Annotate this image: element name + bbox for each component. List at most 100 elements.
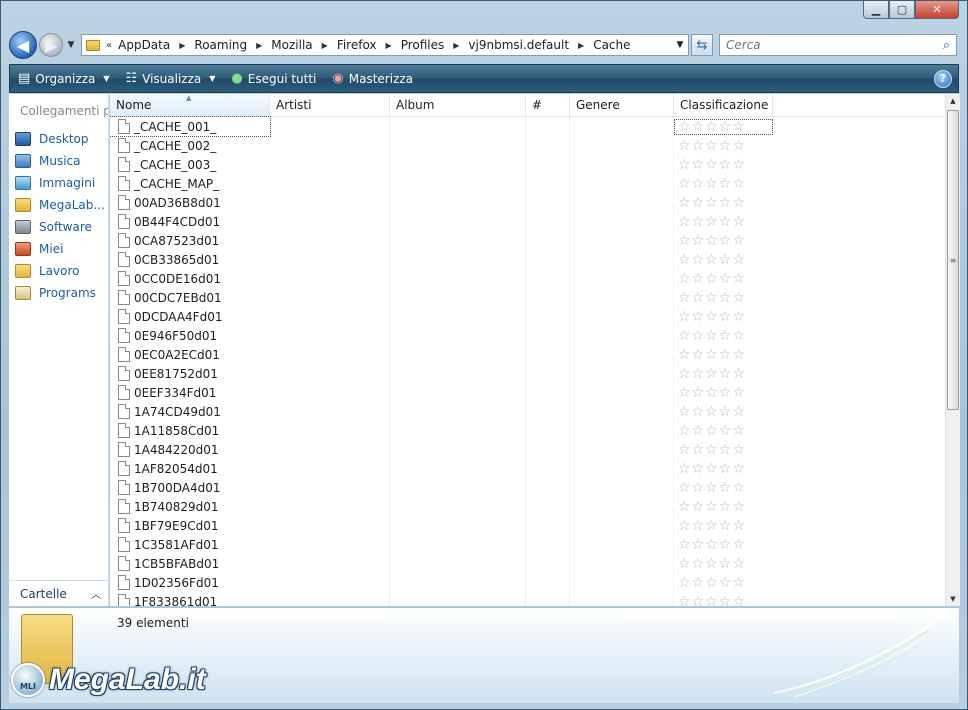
file-name-cell[interactable]: 0EC0A2ECd01 (110, 345, 270, 364)
table-row[interactable]: 0CA87523d01 ☆☆☆☆☆ (110, 231, 945, 250)
burn-button[interactable]: ◉ Masterizza (324, 65, 421, 92)
file-name-cell[interactable]: _CACHE_001_ (110, 116, 271, 137)
breadcrumb-item[interactable]: Profiles (401, 38, 445, 52)
table-row[interactable]: 1A11858Cd01 ☆☆☆☆☆ (110, 421, 945, 440)
table-row[interactable]: 1B700DA4d01 ☆☆☆☆☆ (110, 478, 945, 497)
file-name-cell[interactable]: 1CB5BFABd01 (110, 554, 270, 573)
minimize-button[interactable]: ▁ (863, 1, 889, 19)
column-header-number[interactable]: # (526, 94, 570, 116)
rating-stars[interactable]: ☆☆☆☆☆ (674, 347, 773, 363)
table-row[interactable]: 1A74CD49d01 ☆☆☆☆☆ (110, 402, 945, 421)
sidebar-item-megalab[interactable]: MegaLab... (9, 194, 108, 216)
table-row[interactable]: 1F833861d01 ☆☆☆☆☆ (110, 592, 945, 606)
breadcrumb-item[interactable]: Roaming (194, 38, 247, 52)
rating-stars[interactable]: ☆☆☆☆☆ (674, 423, 773, 439)
rating-stars[interactable]: ☆☆☆☆☆ (674, 366, 773, 382)
table-row[interactable]: 00AD36B8d01 ☆☆☆☆☆ (110, 193, 945, 212)
views-button[interactable]: ☷ Visualizza ▼ (117, 65, 223, 92)
file-name-cell[interactable]: 1B700DA4d01 (110, 478, 270, 497)
table-row[interactable]: 1CB5BFABd01 ☆☆☆☆☆ (110, 554, 945, 573)
file-name-cell[interactable]: 00AD36B8d01 (110, 193, 270, 212)
file-name-cell[interactable]: 0DCDAA4Fd01 (110, 307, 270, 326)
rating-stars[interactable]: ☆☆☆☆☆ (674, 480, 773, 496)
rating-stars[interactable]: ☆☆☆☆☆ (674, 518, 773, 534)
breadcrumb-item[interactable]: AppData (118, 38, 170, 52)
rating-stars[interactable]: ☆☆☆☆☆ (674, 537, 773, 553)
scroll-down-icon[interactable]: ▼ (946, 592, 960, 606)
forward-button[interactable]: ▶ (39, 33, 63, 57)
table-row[interactable]: 0DCDAA4Fd01 ☆☆☆☆☆ (110, 307, 945, 326)
sidebar-item-immagini[interactable]: Immagini (9, 172, 108, 194)
file-name-cell[interactable]: 00CDC7EBd01 (110, 288, 270, 307)
search-icon[interactable]: ⌕ (943, 38, 950, 53)
table-row[interactable]: 0EE81752d01 ☆☆☆☆☆ (110, 364, 945, 383)
rating-stars[interactable]: ☆☆☆☆☆ (674, 442, 773, 458)
column-header-rating[interactable]: Classificazione (674, 94, 773, 116)
help-button[interactable]: ? (934, 69, 952, 88)
column-header-album[interactable]: Album (390, 94, 526, 116)
breadcrumb-arrow-icon[interactable]: ▶ (578, 41, 584, 50)
address-dropdown-icon[interactable]: ▼ (672, 40, 688, 50)
table-row[interactable]: 0EC0A2ECd01 ☆☆☆☆☆ (110, 345, 945, 364)
rating-stars[interactable]: ☆☆☆☆☆ (674, 195, 773, 211)
rating-stars[interactable]: ☆☆☆☆☆ (674, 594, 773, 607)
sidebar-item-software[interactable]: Software (9, 216, 108, 238)
maximize-button[interactable]: ▢ (889, 1, 915, 19)
history-dropdown-icon[interactable]: ▼ (65, 40, 77, 50)
table-row[interactable]: 1BF79E9Cd01 ☆☆☆☆☆ (110, 516, 945, 535)
breadcrumb-arrow-icon[interactable]: ▶ (256, 41, 262, 50)
table-row[interactable]: 1AF82054d01 ☆☆☆☆☆ (110, 459, 945, 478)
breadcrumb-overflow[interactable]: « (106, 40, 112, 51)
run-all-button[interactable]: ● Esegui tutti (223, 65, 324, 92)
table-row[interactable]: 1B740829d01 ☆☆☆☆☆ (110, 497, 945, 516)
table-row[interactable]: 1D02356Fd01 ☆☆☆☆☆ (110, 573, 945, 592)
rating-stars[interactable]: ☆☆☆☆☆ (674, 328, 773, 344)
address-bar[interactable]: « AppData ▶ Roaming ▶ Mozilla ▶ Firefox ▶ Profil… (81, 34, 689, 56)
table-row[interactable]: _CACHE_003_ ☆☆☆☆☆ (110, 155, 945, 174)
table-row[interactable]: _CACHE_001_ ☆☆☆☆☆ (110, 116, 945, 137)
sidebar-item-miei[interactable]: Miei (9, 238, 108, 260)
table-row[interactable]: 0E946F50d01 ☆☆☆☆☆ (110, 326, 945, 345)
sidebar-item-lavoro[interactable]: Lavoro (9, 260, 108, 282)
breadcrumb-item[interactable]: Firefox (337, 38, 377, 52)
rating-stars[interactable]: ☆☆☆☆☆ (674, 404, 773, 420)
rating-stars[interactable]: ☆☆☆☆☆ (674, 157, 773, 173)
sidebar-item-desktop[interactable]: Desktop (9, 128, 108, 150)
scroll-up-icon[interactable]: ▲ (946, 94, 960, 108)
file-name-cell[interactable]: _CACHE_002_ (110, 136, 270, 155)
file-name-cell[interactable]: 1BF79E9Cd01 (110, 516, 270, 535)
file-name-cell[interactable]: 0CA87523d01 (110, 231, 270, 250)
file-name-cell[interactable]: 0EE81752d01 (110, 364, 270, 383)
file-name-cell[interactable]: 0B44F4CDd01 (110, 212, 270, 231)
table-row[interactable]: 0CB33865d01 ☆☆☆☆☆ (110, 250, 945, 269)
file-name-cell[interactable]: 0EEF334Fd01 (110, 383, 270, 402)
rating-stars[interactable]: ☆☆☆☆☆ (674, 461, 773, 477)
file-name-cell[interactable]: 1AF82054d01 (110, 459, 270, 478)
rating-stars[interactable]: ☆☆☆☆☆ (674, 271, 773, 287)
rating-stars[interactable]: ☆☆☆☆☆ (674, 233, 773, 249)
file-name-cell[interactable]: 0E946F50d01 (110, 326, 270, 345)
rating-stars[interactable]: ☆☆☆☆☆ (674, 385, 773, 401)
rating-stars[interactable]: ☆☆☆☆☆ (674, 252, 773, 268)
file-name-cell[interactable]: _CACHE_MAP_ (110, 174, 270, 193)
table-row[interactable]: 0B44F4CDd01 ☆☆☆☆☆ (110, 212, 945, 231)
table-row[interactable]: 1A484220d01 ☆☆☆☆☆ (110, 440, 945, 459)
scrollbar-thumb[interactable]: ≡ (947, 110, 959, 410)
rating-stars[interactable]: ☆☆☆☆☆ (674, 290, 773, 306)
table-row[interactable]: _CACHE_MAP_ ☆☆☆☆☆ (110, 174, 945, 193)
breadcrumb-item[interactable]: vj9nbmsi.default (468, 38, 569, 52)
table-row[interactable]: 0EEF334Fd01 ☆☆☆☆☆ (110, 383, 945, 402)
file-name-cell[interactable]: 1A74CD49d01 (110, 402, 270, 421)
rating-stars[interactable]: ☆☆☆☆☆ (674, 499, 773, 515)
search-input[interactable] (726, 38, 943, 52)
close-button[interactable]: ✕ (915, 1, 959, 19)
organize-button[interactable]: ▤ Organizza ▼ (10, 65, 117, 92)
sidebar-item-musica[interactable]: Musica (9, 150, 108, 172)
file-name-cell[interactable]: _CACHE_003_ (110, 155, 270, 174)
file-name-cell[interactable]: 1D02356Fd01 (110, 573, 270, 592)
rating-stars[interactable]: ☆☆☆☆☆ (674, 118, 773, 135)
breadcrumb-item[interactable]: Mozilla (271, 38, 312, 52)
rating-stars[interactable]: ☆☆☆☆☆ (674, 176, 773, 192)
table-row[interactable]: 1C3581AFd01 ☆☆☆☆☆ (110, 535, 945, 554)
file-name-cell[interactable]: 1A11858Cd01 (110, 421, 270, 440)
